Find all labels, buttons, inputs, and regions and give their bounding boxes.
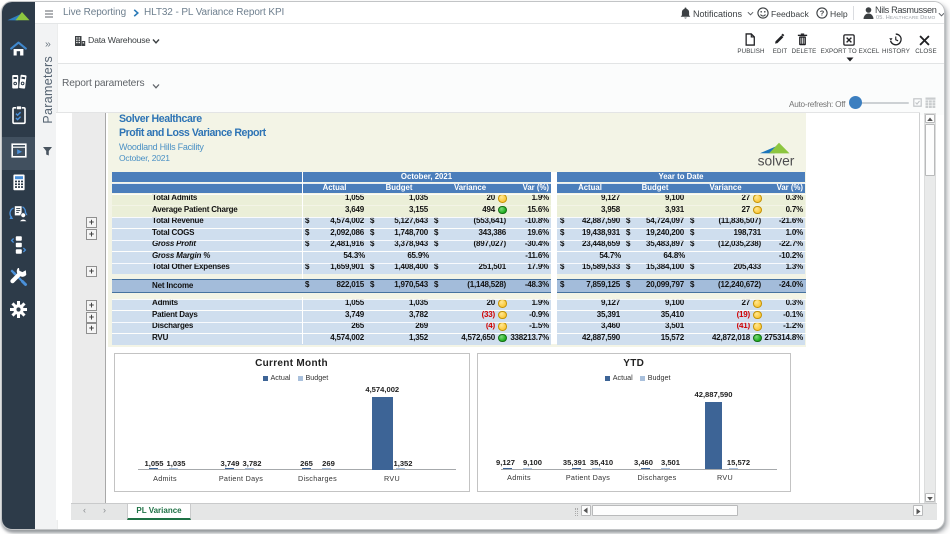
svg-text:solver: solver [758,154,795,169]
